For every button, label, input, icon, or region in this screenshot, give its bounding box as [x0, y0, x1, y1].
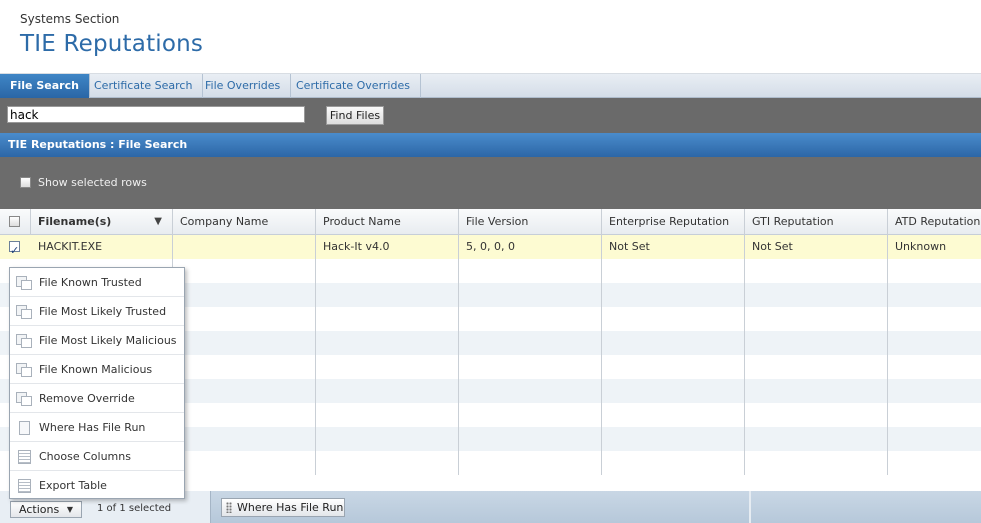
column-divider: [315, 235, 316, 475]
cell-product: Hack-It v4.0: [323, 240, 390, 253]
show-selected-checkbox[interactable]: [20, 177, 31, 188]
column-header-version[interactable]: File Version: [459, 209, 602, 235]
tab-bar: File Search Certificate Search File Over…: [0, 74, 981, 98]
select-all-checkbox[interactable]: [9, 216, 20, 227]
column-divider: [744, 235, 745, 475]
override-icon: [16, 362, 32, 377]
page-title: TIE Reputations: [20, 31, 204, 57]
search-input[interactable]: [7, 106, 305, 123]
menu-item-remove-override[interactable]: Remove Override: [10, 384, 184, 413]
menu-item-export-table[interactable]: Export Table: [10, 471, 184, 500]
document-icon: [16, 420, 31, 435]
row-checkbox[interactable]: [9, 239, 20, 259]
override-icon: [16, 333, 32, 348]
select-all-cell: [0, 209, 31, 235]
cell-filename: HACKIT.EXE: [38, 240, 103, 253]
cell-atd-reputation: Unknown: [895, 240, 947, 253]
override-icon: [16, 275, 32, 290]
menu-item-choose-columns[interactable]: Choose Columns: [10, 442, 184, 471]
column-header-gti-reputation[interactable]: GTI Reputation: [745, 209, 888, 235]
menu-item-where-has-file-run[interactable]: Where Has File Run: [10, 413, 184, 442]
table-row[interactable]: HACKIT.EXE Hack-It v4.0 5, 0, 0, 0 Not S…: [0, 235, 981, 259]
tab-certificate-overrides[interactable]: Certificate Overrides: [286, 74, 421, 98]
page-header: Systems Section TIE Reputations: [0, 0, 981, 74]
override-icon: [16, 304, 32, 319]
column-header-enterprise-reputation[interactable]: Enterprise Reputation: [602, 209, 745, 235]
tab-file-overrides[interactable]: File Overrides: [195, 74, 292, 98]
section-label: Systems Section: [20, 12, 120, 26]
column-header-atd-reputation[interactable]: ATD Reputation: [888, 209, 981, 235]
row-select-cell: [0, 235, 31, 259]
column-divider: [601, 235, 602, 475]
list-icon: [16, 449, 31, 464]
column-divider: [458, 235, 459, 475]
table-header: Filename(s) ▼ Company Name Product Name …: [0, 209, 981, 235]
column-header-company[interactable]: Company Name: [173, 209, 316, 235]
actions-button[interactable]: Actions ▼: [10, 501, 82, 518]
cell-version: 5, 0, 0, 0: [466, 240, 515, 253]
grip-icon: [226, 502, 232, 513]
tab-certificate-search[interactable]: Certificate Search: [84, 74, 204, 98]
find-files-button[interactable]: Find Files: [326, 106, 384, 125]
column-header-product[interactable]: Product Name: [316, 209, 459, 235]
sort-desc-icon[interactable]: ▼: [154, 209, 162, 235]
list-icon: [16, 479, 31, 493]
menu-item-file-known-malicious[interactable]: File Known Malicious: [10, 355, 184, 384]
show-selected-label: Show selected rows: [38, 176, 147, 189]
column-divider: [887, 235, 888, 475]
cell-company: [173, 235, 316, 259]
selected-count: 1 of 1 selected: [97, 503, 172, 514]
menu-item-file-known-trusted[interactable]: File Known Trusted: [10, 268, 184, 297]
search-bar: Find Files: [0, 98, 981, 133]
tab-file-search[interactable]: File Search: [0, 74, 90, 98]
panel-title: TIE Reputations : File Search: [0, 133, 981, 157]
footer-divider: [749, 491, 751, 523]
cell-gti-reputation: Not Set: [752, 240, 793, 253]
caret-down-icon: ▼: [66, 505, 73, 514]
menu-item-file-most-likely-trusted[interactable]: File Most Likely Trusted: [10, 297, 184, 326]
show-selected-rows[interactable]: Show selected rows: [20, 176, 147, 189]
menu-item-file-most-likely-malicious[interactable]: File Most Likely Malicious: [10, 326, 184, 355]
where-has-file-run-button[interactable]: Where Has File Run: [221, 498, 345, 517]
cell-enterprise-reputation: Not Set: [609, 240, 650, 253]
override-icon: [16, 391, 32, 406]
actions-menu: File Known Trusted File Most Likely Trus…: [9, 267, 185, 499]
column-header-filename[interactable]: Filename(s) ▼: [31, 209, 173, 235]
grid-toolbar: Show selected rows: [0, 157, 981, 209]
